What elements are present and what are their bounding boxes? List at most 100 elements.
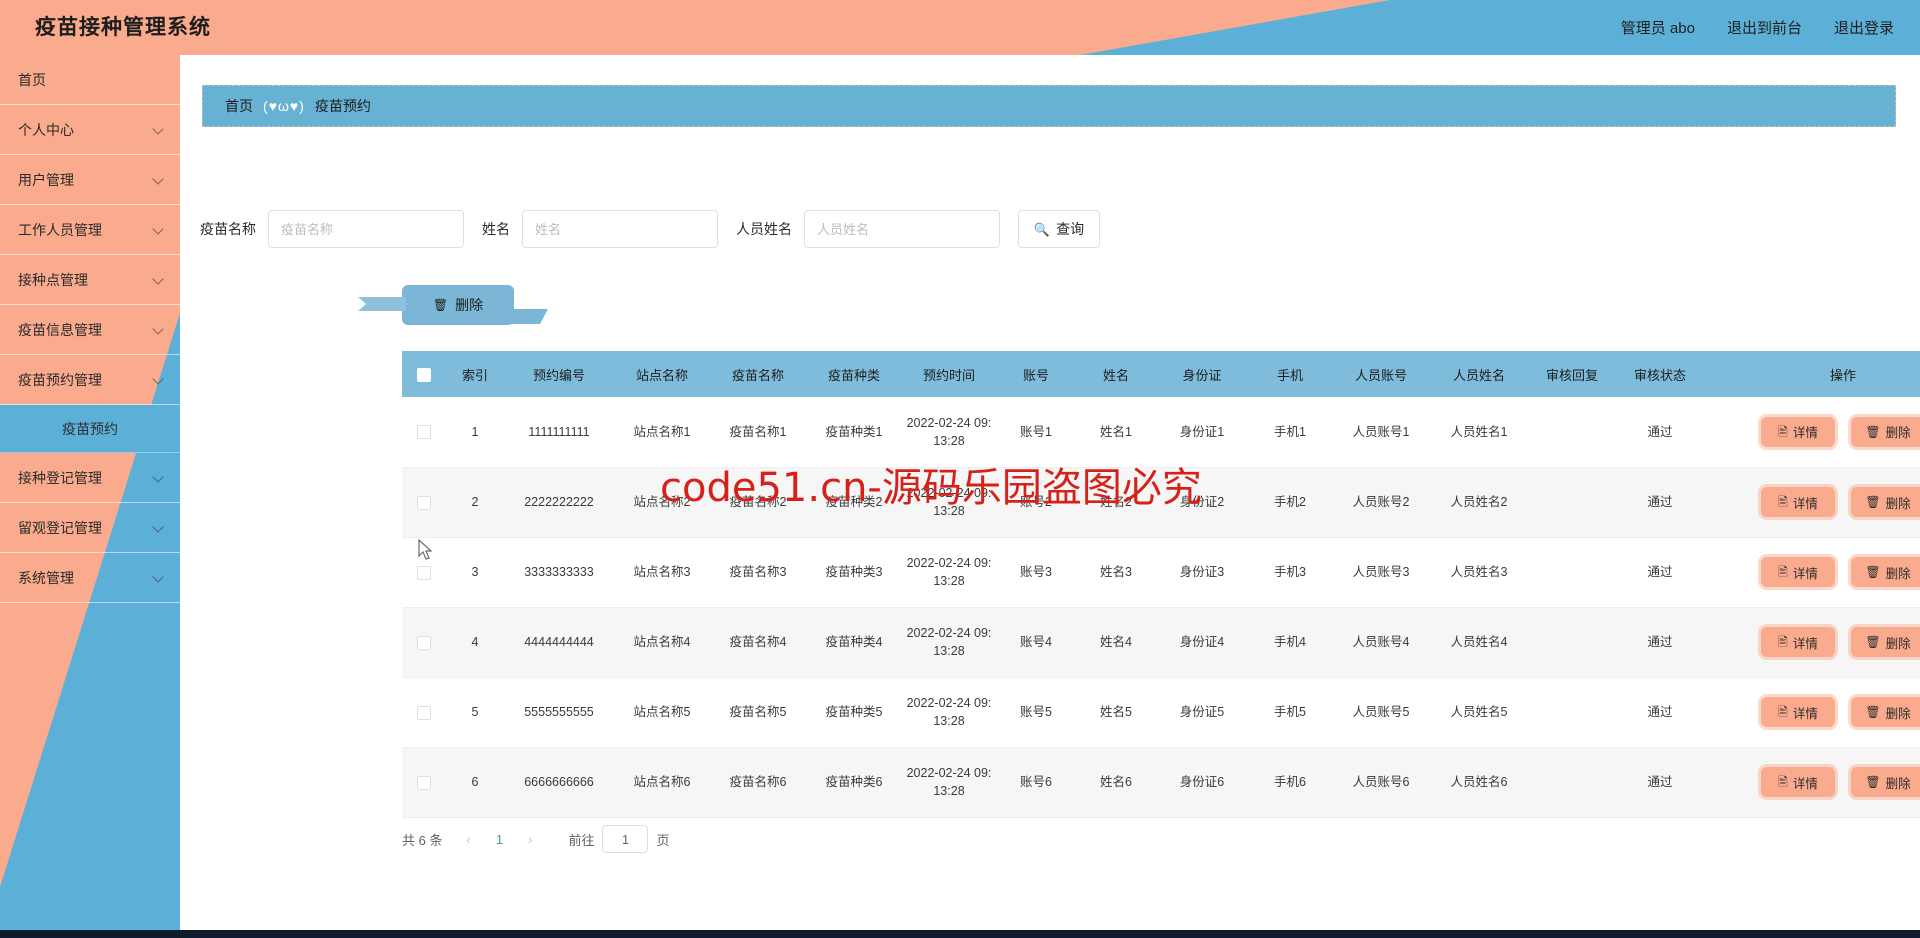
sidebar-item-8[interactable]: 接种登记管理	[0, 453, 180, 503]
row-detail-button[interactable]: 🖹 详情	[1761, 697, 1835, 727]
document-icon: 🖹	[1778, 635, 1788, 649]
select-all-checkbox[interactable]	[417, 367, 431, 382]
cell-vaccine_type: 疫苗种类6	[806, 747, 902, 818]
filter-input-vaccine-name[interactable]	[268, 210, 464, 248]
cell-staff_account: 人员账号1	[1332, 397, 1430, 468]
row-checkbox-cell[interactable]	[402, 607, 446, 678]
sidebar-item-10[interactable]: 系统管理	[0, 553, 180, 603]
cell-vaccine_type: 疫苗种类1	[806, 397, 902, 468]
sidebar-item-5[interactable]: 接种点管理	[0, 255, 180, 305]
row-detail-button[interactable]: 🖹 详情	[1761, 767, 1835, 797]
filter-label-user-name: 姓名	[482, 221, 510, 237]
filter-input-user-name[interactable]	[522, 210, 718, 248]
sidebar-item-6[interactable]: 疫苗信息管理	[0, 305, 180, 355]
sidebar-item-2[interactable]: 个人中心	[0, 105, 180, 155]
row-checkbox[interactable]	[417, 425, 431, 440]
cell-value: 4444444444	[524, 635, 594, 649]
row-operations-cell: 🖹 详情 🗑 删除	[1704, 677, 1920, 748]
column-header-label: 站点名称	[635, 367, 688, 383]
column-header-id_card: 身份证	[1156, 351, 1248, 397]
row-delete-button[interactable]: 🗑 删除	[1851, 697, 1920, 727]
column-header-label: 手机	[1276, 367, 1303, 383]
chevron-left-icon[interactable]: ‹	[456, 832, 480, 847]
row-delete-button[interactable]: 🗑 删除	[1851, 416, 1920, 447]
cell-vaccine_name: 疫苗名称4	[710, 607, 806, 678]
row-checkbox-cell[interactable]	[402, 537, 446, 608]
row-checkbox-cell[interactable]	[402, 747, 446, 818]
cell-value: 人员账号6	[1352, 775, 1410, 789]
cell-value: 疫苗种类5	[825, 705, 883, 719]
row-detail-button[interactable]: 🖹 详情	[1761, 627, 1835, 657]
cell-value: 站点名称3	[633, 565, 691, 579]
sidebar-item-label: 接种点管理	[18, 271, 88, 288]
cell-value: 手机2	[1274, 495, 1306, 509]
row-detail-button[interactable]: 🖹 详情	[1761, 487, 1835, 517]
document-icon: 🖹	[1778, 705, 1788, 719]
cell-value: 2022-02-24 09:13:28	[906, 696, 992, 728]
filter-group-staff-name: 人员姓名	[736, 210, 1000, 248]
row-checkbox-cell[interactable]	[402, 397, 446, 468]
column-header-audit_state: 审核状态	[1616, 351, 1704, 397]
row-operations-cell: 🖹 详情 🗑 删除	[1704, 607, 1920, 678]
table-row: 1 1111111111 站点名称1 疫苗名称1 疫苗种类1 2022-02-24 09:…	[402, 397, 1920, 468]
select-all-checkbox-cell[interactable]	[402, 351, 446, 397]
cell-value: 1	[471, 424, 479, 439]
row-checkbox-cell[interactable]	[402, 467, 446, 538]
cell-value: 身份证5	[1179, 705, 1225, 719]
document-icon: 🖹	[1778, 495, 1788, 509]
trash-icon: 🗑	[1865, 424, 1881, 439]
sidebar-item-4[interactable]: 工作人员管理	[0, 205, 180, 255]
search-button[interactable]: 🔍 查询	[1018, 210, 1100, 248]
column-header-phone: 手机	[1248, 351, 1332, 397]
row-checkbox[interactable]	[417, 565, 431, 580]
row-detail-button[interactable]: 🖹 详情	[1761, 557, 1835, 587]
row-checkbox[interactable]	[417, 635, 431, 650]
row-detail-button[interactable]: 🖹 详情	[1761, 416, 1835, 447]
sidebar-item-1[interactable]: 首页	[0, 55, 180, 105]
row-operation-label: 详情	[1792, 426, 1818, 441]
sidebar-subitem-vaccine-appointment[interactable]: 疫苗预约	[0, 405, 180, 453]
cell-value: 疫苗名称3	[729, 565, 787, 579]
row-delete-button[interactable]: 🗑 删除	[1851, 767, 1920, 797]
cell-value: 姓名6	[1100, 775, 1132, 789]
breadcrumb-home[interactable]: 首页	[225, 96, 253, 116]
cell-vaccine_name: 疫苗名称6	[710, 747, 806, 818]
row-delete-button[interactable]: 🗑 删除	[1851, 627, 1920, 657]
row-checkbox[interactable]	[417, 775, 431, 790]
table-toolbar: 🗑 删除	[402, 285, 514, 325]
pagination-goto-input[interactable]	[602, 825, 649, 853]
cell-value: 身份证6	[1179, 775, 1225, 789]
cell-value: 手机3	[1274, 565, 1306, 579]
chevron-down-icon	[154, 275, 164, 285]
sidebar-item-9[interactable]: 留观登记管理	[0, 503, 180, 553]
row-checkbox[interactable]	[417, 495, 431, 510]
cell-id_card: 身份证4	[1156, 607, 1248, 678]
filter-input-staff-name[interactable]	[804, 210, 1000, 248]
breadcrumb: 首页 (♥ω♥) 疫苗预约	[202, 85, 1896, 127]
chevron-right-icon[interactable]: ›	[518, 832, 542, 847]
pagination-page-1[interactable]: 1	[486, 832, 512, 847]
exit-to-front-link[interactable]: 退出到前台	[1727, 17, 1802, 38]
sidebar: 首页 个人中心 用户管理 工作人员管理接种点管理疫苗信息管理 疫苗预约管理 疫苗预约 接种登…	[0, 55, 180, 938]
column-header-index: 索引	[446, 351, 504, 397]
cell-audit_reply	[1528, 537, 1616, 608]
row-delete-button[interactable]: 🗑 删除	[1851, 557, 1920, 587]
row-operations-cell: 🖹 详情 🗑 删除	[1704, 747, 1920, 818]
cell-audit_state: 通过	[1616, 467, 1704, 538]
logout-link[interactable]: 退出登录	[1834, 17, 1894, 38]
cell-staff_name: 人员姓名5	[1430, 677, 1528, 748]
cell-value: 2022-02-24 09:13:28	[906, 486, 992, 518]
cell-audit_state: 通过	[1616, 397, 1704, 468]
cell-vaccine_name: 疫苗名称1	[710, 397, 806, 468]
row-checkbox-cell[interactable]	[402, 677, 446, 748]
sidebar-item-3[interactable]: 用户管理	[0, 155, 180, 205]
cell-appoint_time: 2022-02-24 09:13:28	[902, 397, 996, 468]
row-delete-button[interactable]: 🗑 删除	[1851, 487, 1920, 517]
sidebar-item-7[interactable]: 疫苗预约管理	[0, 355, 180, 405]
bulk-delete-button[interactable]: 🗑 删除	[402, 285, 514, 325]
row-operations: 🖹 详情 🗑 删除	[1706, 416, 1920, 447]
cell-value: 疫苗种类3	[825, 565, 883, 579]
row-operations: 🖹 详情 🗑 删除	[1706, 697, 1920, 727]
row-checkbox[interactable]	[417, 705, 431, 720]
column-header-staff_account: 人员账号	[1332, 351, 1430, 397]
